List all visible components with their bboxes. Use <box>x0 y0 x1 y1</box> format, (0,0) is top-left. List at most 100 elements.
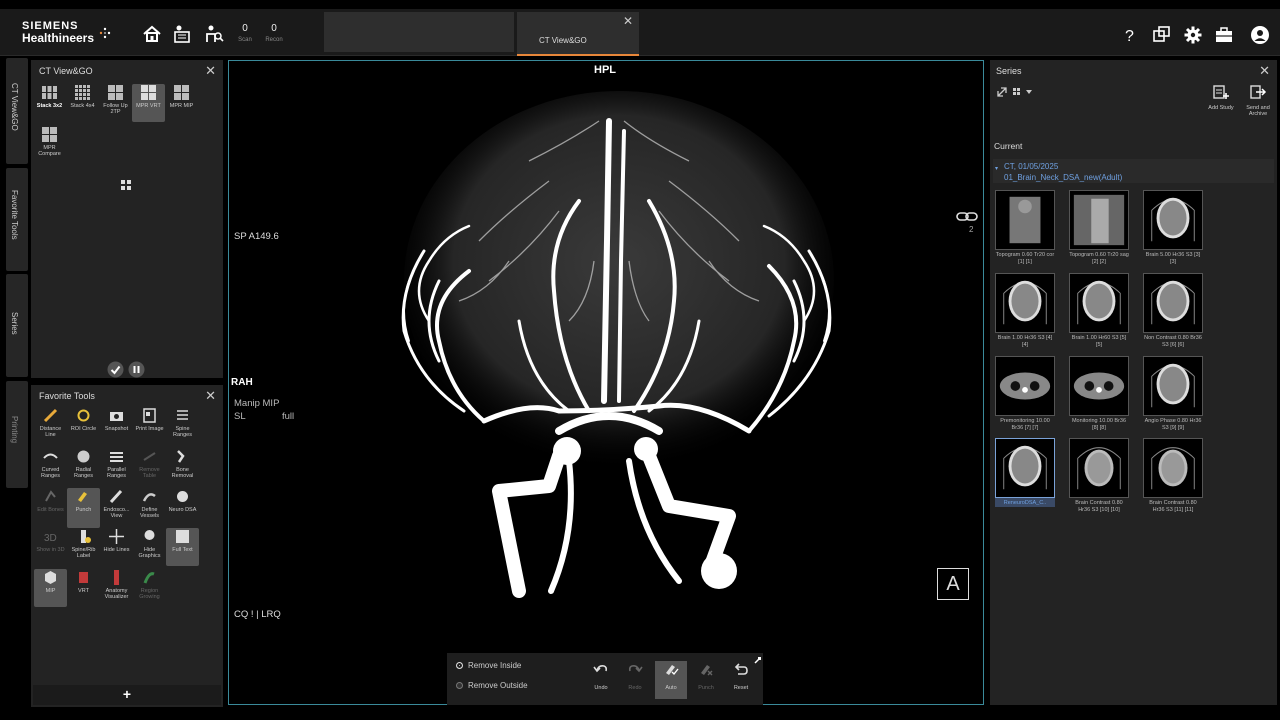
remove-inside-option[interactable]: Remove Inside <box>456 661 521 670</box>
link-icon[interactable] <box>956 211 978 223</box>
study-header[interactable]: ▾ CT, 01/05/2025 01_Brain_Neck_DSA_new(A… <box>993 159 1274 183</box>
vtab-ct-view-and-go[interactable]: CT View&GO <box>6 58 28 164</box>
auto-button[interactable]: Auto <box>655 661 687 699</box>
slice-position-label: SP A149.6 <box>234 231 279 242</box>
tool-icon <box>43 453 58 459</box>
tool-bone-removal[interactable]: Bone Removal <box>166 448 199 479</box>
gear-icon[interactable] <box>1183 25 1203 45</box>
series-thumbnail[interactable]: Brain Contrast 0.80 Hr36 S3 [11] [11] <box>1143 438 1203 513</box>
send-and-archive-button[interactable]: Send and Archive <box>1242 84 1274 117</box>
tool-curved-ranges[interactable]: Curved Ranges <box>34 448 67 479</box>
angiography-vrt-image <box>401 91 834 598</box>
tool-icon <box>177 450 185 463</box>
tool-mip[interactable]: MIP <box>34 569 67 607</box>
layout-stack-4x4[interactable]: Stack 4x4 <box>66 84 99 109</box>
tool-endosco-view[interactable]: Endosco... View <box>100 488 133 519</box>
expand-study-icon[interactable]: ▾ <box>995 165 998 172</box>
user-avatar-icon[interactable] <box>1250 25 1270 45</box>
redo-button[interactable]: Redo <box>619 661 651 699</box>
patient-list-icon[interactable] <box>171 23 193 45</box>
add-study-button[interactable]: Add Study <box>1206 84 1236 111</box>
close-icon[interactable]: ✕ <box>205 63 216 79</box>
vtab-printing[interactable]: Printing <box>6 381 28 488</box>
series-thumbnail[interactable]: Topogram 0.60 Tr20 sag [2] [2] <box>1069 190 1129 265</box>
undo-icon <box>593 665 608 673</box>
layout-follow-up-2tp[interactable]: Follow Up 2TP <box>99 84 132 115</box>
tool-region-growing[interactable]: Region Growing <box>133 569 166 600</box>
series-thumbnail-image <box>1143 438 1203 498</box>
tool-edit-bones[interactable]: Edit Bones <box>34 488 67 513</box>
grid-3x2-icon <box>42 86 57 99</box>
tool-define-vessels[interactable]: Define Vessels <box>133 488 166 519</box>
tool-spine-ranges[interactable]: Spine Ranges <box>166 407 199 438</box>
pin-icon[interactable] <box>754 657 761 664</box>
help-icon[interactable]: ? <box>1120 25 1140 45</box>
tool-vrt[interactable]: VRT <box>67 569 100 594</box>
tool-roi-circle[interactable]: ROI Circle <box>67 407 100 432</box>
close-icon[interactable]: ✕ <box>205 388 216 404</box>
tool-icon <box>79 572 88 583</box>
pause-icon[interactable] <box>128 361 145 378</box>
tool-show-in-3d[interactable]: 3D Show in 3D <box>34 528 67 553</box>
more-layouts-icon[interactable] <box>121 180 131 190</box>
tool-anatomy-visualizer[interactable]: Anatomy Visualizer <box>100 569 133 600</box>
render-mode-label: Manip MIP <box>234 398 280 409</box>
series-thumbnail[interactable]: ReneuroDSA_C.. <box>995 438 1055 507</box>
layout-mpr-vrt[interactable]: MPR VRT <box>132 84 165 122</box>
series-thumbnail[interactable]: Non Contrast 0.80 Br36 S3 [6] [6] <box>1143 273 1203 348</box>
series-thumbnail[interactable]: Brain 1.00 Hr36 S3 [4] [4] <box>995 273 1055 348</box>
orientation-cube[interactable]: A <box>937 568 969 600</box>
undo-button[interactable]: Undo <box>585 661 617 699</box>
tool-remove-table[interactable]: Remove Table <box>133 448 166 479</box>
series-thumbnail[interactable]: Premonitoring 10.00 Br36 [7] [7] <box>995 356 1055 431</box>
series-thumbnail[interactable]: Brain 5.00 Hr36 S3 [3] [3] <box>1143 190 1203 265</box>
panel-title: Favorite Tools <box>39 391 95 401</box>
series-thumbnail-image <box>1143 356 1203 416</box>
tool-radial-ranges[interactable]: Radial Ranges <box>67 448 100 479</box>
layout-mpr-mip[interactable]: MPR MIP <box>165 84 198 109</box>
tool-punch[interactable]: Punch <box>67 488 100 528</box>
vtab-series[interactable]: Series <box>6 274 28 377</box>
empty-tab[interactable] <box>324 12 514 52</box>
toolbox-icon[interactable] <box>1214 25 1234 45</box>
layout-stack-3x2[interactable]: Stack 3x2 <box>33 84 66 109</box>
view-mode-dropdown-icon[interactable] <box>1012 86 1034 98</box>
tool-hide-graphics[interactable]: Hide Graphics <box>133 528 166 559</box>
examination-icon[interactable] <box>203 23 225 45</box>
series-thumbnail[interactable]: Angio Phase 0.80 Hr36 S3 [9] [9] <box>1143 356 1203 431</box>
grid-mpr-compare-icon <box>42 127 57 142</box>
remove-outside-option[interactable]: Remove Outside <box>456 681 528 690</box>
panel-title: CT View&GO <box>39 66 93 76</box>
reset-button[interactable]: Reset <box>725 661 757 699</box>
tool-distance-line[interactable]: Distance Line <box>34 407 67 438</box>
tool-full-text[interactable]: Full Text <box>166 528 199 566</box>
series-thumbnail[interactable]: Brain 1.00 Hr60 S3 [5] [5] <box>1069 273 1129 348</box>
image-viewer[interactable]: HPL SP A149.6 RAH Manip MIP SL full CQ !… <box>228 60 984 705</box>
window-layout-icon[interactable] <box>1151 25 1171 45</box>
series-thumbnail[interactable]: Topogram 0.60 Tr20 cor [1] [1] <box>995 190 1055 265</box>
series-thumbnail[interactable]: Monitoring 10.00 Br36 [8] [8] <box>1069 356 1129 431</box>
svg-text:?: ? <box>1125 28 1134 45</box>
series-thumbnail[interactable]: Brain Contrast 0.80 Hr36 S3 [10] [10] <box>1069 438 1129 513</box>
tool-hide-lines[interactable]: Hide Lines <box>100 528 133 553</box>
tool-neuro-dsa[interactable]: Neuro DSA <box>166 488 199 513</box>
close-icon[interactable]: ✕ <box>1259 63 1270 79</box>
tool-print-image[interactable]: Print Image <box>133 407 166 432</box>
tool-parallel-ranges[interactable]: Parallel Ranges <box>100 448 133 479</box>
close-icon[interactable]: ✕ <box>623 14 633 28</box>
layout-mpr-compare[interactable]: MPR Compare <box>33 126 66 157</box>
tool-spine-rib-label[interactable]: Spine/Rib Label <box>67 528 100 559</box>
collapse-expand-icon[interactable] <box>996 86 1008 98</box>
confirm-check-icon[interactable] <box>107 361 124 378</box>
tool-icon <box>143 452 156 461</box>
link-group-number: 2 <box>969 225 974 234</box>
logo-dots-icon <box>99 27 111 39</box>
vtab-favorite-tools[interactable]: Favorite Tools <box>6 168 28 271</box>
tab-ct-view-and-go[interactable]: CT View&GO ✕ <box>517 12 639 56</box>
tool-snapshot[interactable]: Snapshot <box>100 407 133 432</box>
add-tool-button[interactable]: + <box>33 685 221 705</box>
tool-icon <box>110 412 123 421</box>
grid-mpr-mip-icon <box>174 85 189 100</box>
punch-button[interactable]: Punch <box>690 661 722 699</box>
home-icon[interactable] <box>141 23 163 45</box>
